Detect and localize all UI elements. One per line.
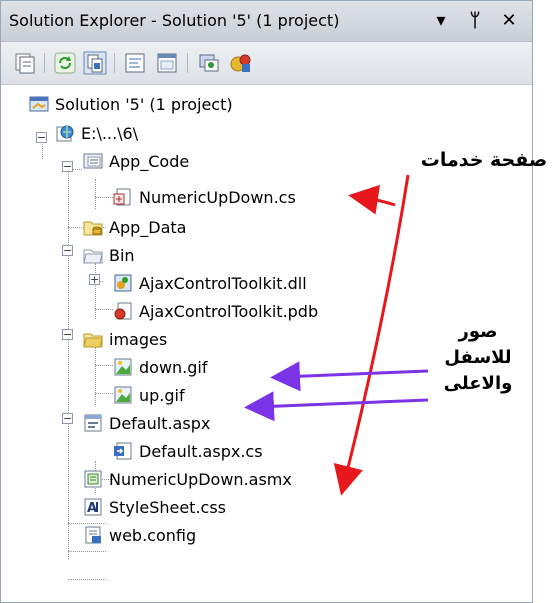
tree-connector (95, 365, 113, 366)
bin-label: Bin (109, 245, 135, 265)
tree-connector (68, 579, 106, 580)
folder-icon (83, 245, 103, 265)
project-label: E:\...\6\ (81, 123, 139, 143)
tree-node-default-aspx[interactable]: Default.aspx (83, 409, 210, 437)
tree-node-project[interactable]: E:\...\6\ (55, 119, 138, 147)
bin-collapse-toggle[interactable]: − (62, 245, 73, 256)
tree-connector (95, 179, 96, 209)
app-code-label: App_Code (109, 151, 190, 171)
images-label: images (109, 329, 168, 349)
down-gif-label: down.gif (139, 357, 208, 377)
images-annotation-line2: للاسفل (444, 347, 512, 368)
tree-connector (95, 393, 113, 394)
images-annotation-line3: والاعلى (443, 373, 513, 394)
show-all-files-icon[interactable] (83, 51, 107, 75)
web-service-icon (83, 469, 103, 489)
ajax-dll-expand-toggle[interactable]: + (89, 274, 100, 285)
numeric-asmx-label: NumericUpDown.asmx (109, 469, 292, 489)
stylesheet-icon: A (83, 497, 103, 517)
toolbar (1, 42, 532, 85)
properties-icon[interactable] (13, 51, 37, 75)
toolbar-separator (44, 53, 45, 73)
view-designer-icon[interactable] (155, 51, 179, 75)
tree-node-webconfig[interactable]: web.config (83, 521, 196, 549)
images-annotation-line1: صور (458, 321, 498, 342)
data-folder-icon (83, 217, 103, 237)
solution-icon (29, 94, 49, 114)
images-collapse-toggle[interactable]: − (62, 329, 73, 340)
image-file-icon (113, 385, 133, 405)
tree-node-bin[interactable]: Bin (83, 241, 135, 269)
tree-node-default-cs[interactable]: Default.aspx.cs (113, 437, 263, 465)
window-title: Solution Explorer - Solution '5' (1 proj… (9, 11, 340, 30)
copy-website-icon[interactable] (197, 51, 221, 75)
solution-label: Solution '5' (1 project) (55, 94, 233, 114)
tree-node-up-gif[interactable]: up.gif (113, 381, 185, 409)
tree-node-solution[interactable]: Solution '5' (1 project) (29, 90, 233, 118)
special-folder-icon (83, 151, 103, 171)
window-position-dropdown[interactable]: ▾ (429, 9, 453, 33)
code-file-icon (113, 441, 133, 461)
tree-connector (95, 263, 96, 319)
webconfig-label: web.config (109, 525, 197, 545)
tree-connector (68, 551, 106, 552)
tree-connector (95, 347, 96, 405)
tree-node-app-code[interactable]: App_Code (83, 147, 189, 175)
debug-file-icon (113, 301, 133, 321)
default-cs-label: Default.aspx.cs (139, 441, 263, 461)
title-bar: Solution Explorer - Solution '5' (1 proj… (1, 1, 532, 42)
tree-node-numeric-asmx[interactable]: NumericUpDown.asmx (83, 465, 292, 493)
image-file-icon (113, 357, 133, 377)
stylesheet-label: StyleSheet.css (109, 497, 226, 517)
view-code-icon[interactable] (123, 51, 147, 75)
tree-node-ajax-dll[interactable]: AjaxControlToolkit.dll (113, 269, 307, 297)
open-folder-icon (83, 329, 103, 349)
tree-connector (95, 197, 113, 198)
service-page-annotation: صفحة خدمات (420, 149, 548, 171)
up-gif-label: up.gif (139, 385, 185, 405)
tree-node-down-gif[interactable]: down.gif (113, 353, 208, 381)
svg-text:A: A (87, 501, 97, 516)
class-file-icon (113, 187, 133, 207)
default-aspx-collapse-toggle[interactable]: − (62, 413, 73, 424)
app-data-label: App_Data (109, 217, 187, 237)
tree-node-ajax-pdb[interactable]: AjaxControlToolkit.pdb (113, 297, 318, 325)
assembly-icon (113, 273, 133, 293)
tree-node-numeric-cs[interactable]: NumericUpDown.cs (113, 183, 296, 211)
refresh-icon[interactable] (53, 51, 77, 75)
asp-net-config-icon[interactable] (229, 51, 253, 75)
ajax-dll-label: AjaxControlToolkit.dll (139, 273, 307, 293)
project-collapse-toggle[interactable]: − (36, 132, 47, 143)
app-code-collapse-toggle[interactable]: − (62, 161, 73, 172)
web-form-icon (83, 413, 103, 433)
tree-node-images[interactable]: images (83, 325, 167, 353)
config-file-icon (83, 525, 103, 545)
close-icon[interactable]: ✕ (497, 9, 521, 33)
tree-connector (95, 309, 113, 310)
website-project-icon (55, 123, 75, 143)
tree-node-app-data[interactable]: App_Data (83, 213, 186, 241)
tree-node-stylesheet[interactable]: A StyleSheet.css (83, 493, 226, 521)
toolbar-separator (114, 53, 115, 73)
toolbar-separator (187, 53, 188, 73)
numeric-cs-label: NumericUpDown.cs (139, 187, 296, 207)
solution-explorer-panel: Solution Explorer - Solution '5' (1 proj… (0, 0, 533, 603)
auto-hide-pin-icon[interactable]: ᛘ (463, 9, 487, 33)
ajax-pdb-label: AjaxControlToolkit.pdb (139, 301, 319, 321)
default-aspx-label: Default.aspx (109, 413, 211, 433)
